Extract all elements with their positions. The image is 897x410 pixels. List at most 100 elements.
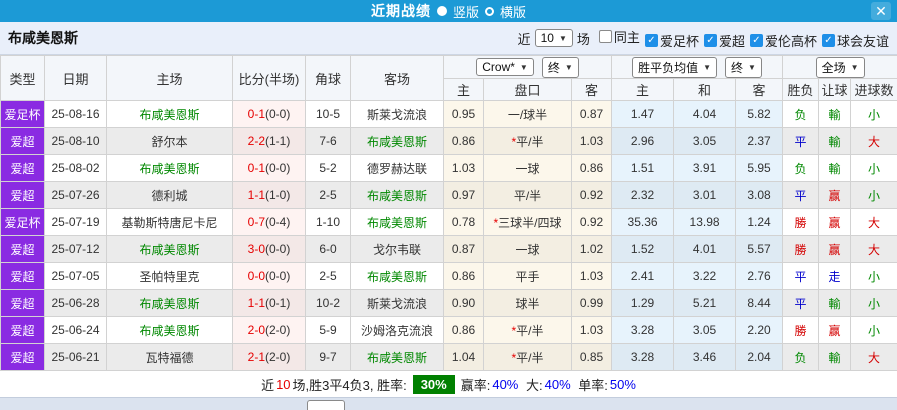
close-icon[interactable]: ✕ bbox=[871, 2, 891, 20]
match-date: 25-08-02 bbox=[44, 154, 107, 182]
avg-draw: 3.05 bbox=[673, 127, 737, 155]
title-bar: 近期战绩 竖版 横版 ✕ bbox=[0, 0, 897, 22]
chevron-down-icon: ▼ bbox=[519, 62, 528, 72]
home-team: 圣帕特里克 bbox=[106, 262, 233, 290]
match-row: 爱超 25-07-05 圣帕特里克 0-0(0-0) 2-5 布咸美恩斯 0.86 平手 1.0… bbox=[0, 262, 897, 290]
asian-odds-away: 1.02 bbox=[570, 235, 613, 263]
footer-count: 10 bbox=[276, 377, 291, 392]
chevron-down-icon: ▼ bbox=[703, 62, 712, 72]
asian-odds-away: 0.92 bbox=[570, 208, 613, 236]
europe-odds-select[interactable]: 胜平负均值 ▼ bbox=[632, 56, 718, 78]
goals-result: 大 bbox=[850, 235, 897, 263]
corner-stat: 6-0 bbox=[305, 235, 351, 263]
home-team: 布咸美恩斯 bbox=[106, 154, 233, 182]
europe-time-select[interactable]: 终 ▼ bbox=[725, 56, 762, 78]
corner-stat: 5-2 bbox=[305, 154, 351, 182]
footer-stats: 场,胜3平4负3, 胜率: bbox=[292, 378, 407, 393]
header-home: 主场 bbox=[106, 55, 233, 101]
subheader-avg-win: 主 bbox=[611, 78, 675, 101]
partial-select[interactable] bbox=[307, 400, 345, 410]
scope-select[interactable]: 全场 ▼ bbox=[815, 56, 865, 78]
league-type: 爱超 bbox=[0, 235, 45, 263]
match-date: 25-07-26 bbox=[44, 181, 107, 209]
match-row: 爱超 25-06-28 布咸美恩斯 1-1(0-1) 10-2 斯莱戈流浪 0.90 球半 0.… bbox=[0, 289, 897, 317]
league-checkbox[interactable]: 同主 bbox=[598, 27, 640, 46]
league-type: 爱超 bbox=[0, 262, 45, 290]
league-type: 爱超 bbox=[0, 181, 45, 209]
subheader-avg-draw: 和 bbox=[673, 78, 737, 101]
score: 0-7(0-4) bbox=[232, 208, 306, 236]
subheader-handicap-result: 让球 bbox=[818, 78, 852, 101]
league-checkbox[interactable]: ✓ 爱超 bbox=[703, 31, 745, 50]
vertical-layout-label[interactable]: 竖版 bbox=[453, 2, 479, 21]
home-team: 德利城 bbox=[106, 181, 233, 209]
win-rate-badge: 30% bbox=[412, 375, 455, 394]
asian-odds-away: 1.03 bbox=[570, 127, 613, 155]
outcome: 平 bbox=[782, 181, 820, 209]
match-date: 25-07-12 bbox=[44, 235, 107, 263]
recent-count-value: 10 bbox=[540, 31, 554, 45]
checked-checkbox-icon[interactable]: ✓ bbox=[821, 33, 835, 47]
league-checkbox[interactable]: ✓ 爱足杯 bbox=[644, 31, 699, 50]
home-team: 瓦特福德 bbox=[106, 343, 233, 371]
corner-stat: 10-2 bbox=[305, 289, 351, 317]
header-corner: 角球 bbox=[305, 55, 351, 101]
vertical-layout-radio-icon[interactable] bbox=[436, 6, 447, 16]
avg-draw: 3.46 bbox=[673, 343, 737, 371]
checked-checkbox-icon[interactable]: ✓ bbox=[749, 33, 763, 47]
avg-lose: 2.04 bbox=[735, 343, 784, 371]
avg-win: 3.28 bbox=[611, 316, 675, 344]
league-checkbox[interactable]: ✓ 爱伦高杯 bbox=[749, 31, 817, 50]
footer-pair3-label: 单率: bbox=[578, 378, 608, 393]
asian-odds-home: 0.78 bbox=[443, 208, 484, 236]
avg-draw: 5.21 bbox=[673, 289, 737, 317]
avg-draw: 3.01 bbox=[673, 181, 737, 209]
horizontal-layout-radio-icon[interactable] bbox=[485, 6, 494, 16]
handicap: 一球 bbox=[483, 235, 572, 263]
avg-win: 2.32 bbox=[611, 181, 675, 209]
away-team: 布咸美恩斯 bbox=[350, 127, 444, 155]
asian-odds-away: 0.99 bbox=[570, 289, 613, 317]
avg-draw: 13.98 bbox=[673, 208, 737, 236]
score: 0-1(0-0) bbox=[232, 154, 306, 182]
match-row: 爱足杯 25-08-16 布咸美恩斯 0-1(0-0) 10-5 斯莱戈流浪 0.95 一/球… bbox=[0, 100, 897, 128]
recent-count-select[interactable]: 10 ▼ bbox=[534, 29, 573, 47]
away-team: 布咸美恩斯 bbox=[350, 343, 444, 371]
asian-odds-away: 0.86 bbox=[570, 154, 613, 182]
avg-lose: 5.82 bbox=[735, 100, 784, 128]
avg-draw: 3.22 bbox=[673, 262, 737, 290]
filter-bar: 布咸美恩斯 近 10 ▼ 场 同主 ✓ 爱足杯 ✓ 爱超 ✓ 爱伦高杯 ✓ 球会友谊 bbox=[0, 22, 897, 55]
handicap: 平手 bbox=[483, 262, 572, 290]
checked-checkbox-icon[interactable]: ✓ bbox=[644, 33, 658, 47]
goals-result: 小 bbox=[850, 289, 897, 317]
asian-odds-home: 0.95 bbox=[443, 100, 484, 128]
handicap-result: 輸 bbox=[818, 289, 852, 317]
match-date: 25-06-24 bbox=[44, 316, 107, 344]
unchecked-checkbox-icon[interactable] bbox=[598, 29, 612, 43]
match-row: 爱超 25-07-12 布咸美恩斯 3-0(0-0) 6-0 戈尔韦联 0.87 一球 1.02… bbox=[0, 235, 897, 263]
header-away: 客场 bbox=[350, 55, 444, 101]
score: 3-0(0-0) bbox=[232, 235, 306, 263]
score: 1-1(0-1) bbox=[232, 289, 306, 317]
subheader-asian-home: 主 bbox=[443, 78, 484, 101]
corner-stat: 2-5 bbox=[305, 181, 351, 209]
summary-footer: 近 10 场,胜3平4负3, 胜率: 30% 赢率: 40% 大: 40% 单率… bbox=[0, 371, 897, 398]
asian-odds-away: 0.92 bbox=[570, 181, 613, 209]
league-type: 爱超 bbox=[0, 316, 45, 344]
bookmaker-select[interactable]: Crow* ▼ bbox=[476, 58, 534, 76]
avg-draw: 3.05 bbox=[673, 316, 737, 344]
outcome: 负 bbox=[782, 154, 820, 182]
corner-stat: 5-9 bbox=[305, 316, 351, 344]
handicap-result: 輸 bbox=[818, 154, 852, 182]
league-checkbox-label: 爱足杯 bbox=[659, 33, 699, 49]
footer-pair1-value: 40% bbox=[492, 377, 519, 392]
league-checkbox[interactable]: ✓ 球会友谊 bbox=[821, 31, 889, 50]
asian-time-select[interactable]: 终 ▼ bbox=[541, 56, 579, 78]
away-team: 德罗赫达联 bbox=[350, 154, 444, 182]
checked-checkbox-icon[interactable]: ✓ bbox=[703, 33, 717, 47]
handicap: 平/半 bbox=[483, 181, 572, 209]
horizontal-layout-label[interactable]: 横版 bbox=[500, 2, 526, 21]
avg-win: 2.41 bbox=[611, 262, 675, 290]
outcome: 勝 bbox=[782, 316, 820, 344]
asian-odds-home: 0.86 bbox=[443, 316, 484, 344]
